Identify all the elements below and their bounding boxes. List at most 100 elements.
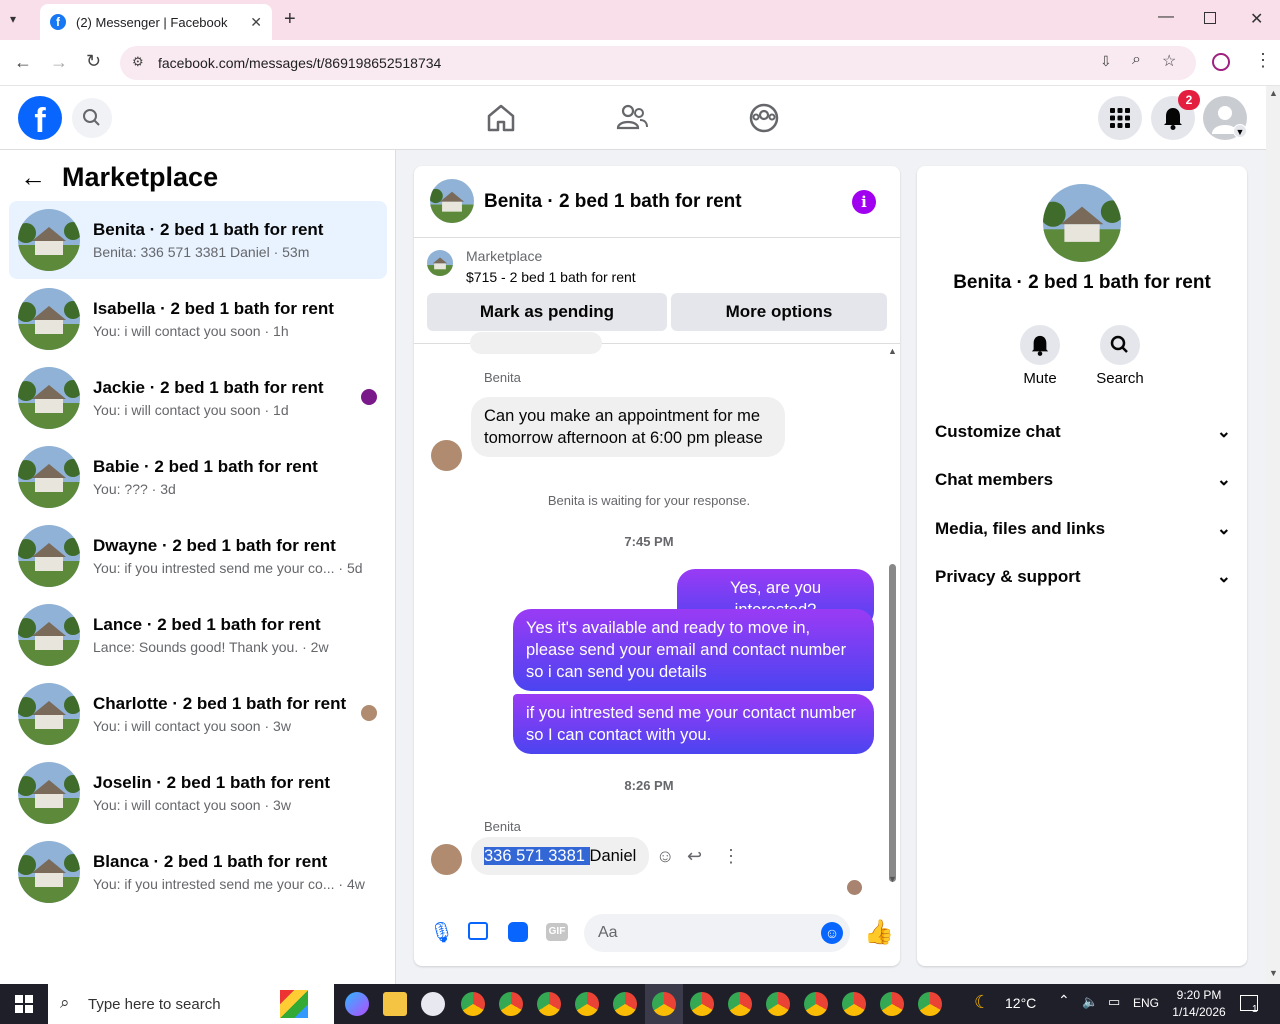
zoom-icon[interactable]: ⌕	[1132, 51, 1141, 69]
conversation-row[interactable]: Dwayne · 2 bed 1 bath for rent You: if yo…	[9, 517, 387, 595]
conversation-row[interactable]: Benita · 2 bed 1 bath for rent Benita: 33…	[9, 201, 387, 279]
conversation-row[interactable]: Babie · 2 bed 1 bath for rent You: ??? · …	[9, 438, 387, 516]
chrome-icon[interactable]	[918, 992, 942, 1016]
facebook-logo-icon[interactable]: f	[18, 96, 62, 140]
close-tab-icon[interactable]: ✕	[250, 14, 262, 31]
conversation-row[interactable]: Blanca · 2 bed 1 bath for rent You: if yo…	[9, 833, 387, 911]
browser-tab[interactable]: f (2) Messenger | Facebook ✕	[40, 4, 272, 40]
section-media-files-links[interactable]: Media, files and links ⌄	[935, 519, 1231, 539]
message-input[interactable]: Aa	[584, 914, 850, 952]
tray-chevron-icon[interactable]: ⌃	[1058, 992, 1070, 1009]
scroll-up-icon[interactable]: ▲	[888, 346, 897, 356]
forward-icon[interactable]: →	[50, 52, 68, 73]
facebook-header: f 2 ▼	[0, 86, 1266, 150]
section-privacy-support[interactable]: Privacy & support ⌄	[935, 567, 1231, 587]
new-tab-icon[interactable]: +	[284, 8, 296, 31]
page-scrollbar[interactable]: ▲ ▼	[1266, 86, 1280, 984]
incoming-message[interactable]: 336 571 3381 Daniel	[471, 837, 650, 875]
outgoing-message[interactable]: Yes it's available and ready to move in,…	[513, 609, 874, 691]
search-button[interactable]	[1100, 325, 1140, 365]
section-customize-chat[interactable]: Customize chat ⌄	[935, 422, 1231, 442]
clock-date[interactable]: 1/14/2026	[1168, 1005, 1230, 1019]
taskbar-search-placeholder: Type here to search	[88, 995, 221, 1013]
close-window-icon[interactable]: ✕	[1250, 9, 1263, 29]
sticker-icon[interactable]	[508, 922, 528, 942]
emoji-icon[interactable]: ☺	[821, 922, 843, 944]
more-options-button[interactable]: More options	[671, 293, 887, 331]
scroll-up-icon[interactable]: ▲	[1269, 88, 1278, 98]
scroll-down-icon[interactable]: ▼	[1269, 968, 1278, 978]
section-chat-members[interactable]: Chat members ⌄	[935, 470, 1231, 490]
scroll-down-icon[interactable]: ▼	[888, 874, 897, 884]
photo-icon[interactable]	[468, 922, 488, 940]
conversation-row[interactable]: Lance · 2 bed 1 bath for rent Lance: Soun…	[9, 596, 387, 674]
groups-icon[interactable]	[746, 100, 782, 136]
sender-avatar[interactable]	[431, 844, 462, 875]
chrome-icon[interactable]	[880, 992, 904, 1016]
chrome-icon[interactable]	[613, 992, 637, 1016]
rubiks-cube-icon[interactable]	[280, 990, 308, 1018]
react-icon[interactable]: ☺	[656, 846, 674, 867]
back-arrow-icon[interactable]: ←	[20, 162, 46, 193]
profile-icon[interactable]	[1212, 53, 1230, 71]
outgoing-message[interactable]: if you intrested send me your contact nu…	[513, 694, 874, 754]
reply-icon[interactable]: ↩	[687, 846, 702, 867]
bookmark-star-icon[interactable]: ☆	[1162, 51, 1176, 71]
profile-avatar[interactable]	[1043, 184, 1121, 262]
back-icon[interactable]: ←	[14, 52, 32, 73]
paint-icon[interactable]	[421, 992, 445, 1016]
sender-avatar[interactable]	[431, 440, 462, 471]
mark-as-pending-button[interactable]: Mark as pending	[427, 293, 667, 331]
minimize-icon[interactable]: —	[1158, 8, 1174, 26]
conversation-row[interactable]: Joselin · 2 bed 1 bath for rent You: i wi…	[9, 754, 387, 832]
chrome-icon[interactable]	[461, 992, 485, 1016]
network-icon[interactable]: ▭	[1108, 994, 1120, 1010]
reload-icon[interactable]: ↻	[86, 51, 101, 72]
friends-icon[interactable]	[614, 100, 650, 136]
volume-icon[interactable]: 🔈	[1082, 994, 1098, 1010]
file-explorer-icon[interactable]	[383, 992, 407, 1016]
listing-price[interactable]: $715 - 2 bed 1 bath for rent	[466, 269, 636, 285]
menu-grid-button[interactable]	[1098, 96, 1142, 140]
scroll-thumb[interactable]	[889, 564, 896, 882]
search-button[interactable]	[72, 98, 112, 138]
mute-button[interactable]	[1020, 325, 1060, 365]
chrome-icon[interactable]	[766, 992, 790, 1016]
windows-start-icon[interactable]	[15, 995, 33, 1013]
chrome-icon[interactable]	[804, 992, 828, 1016]
info-icon[interactable]: i	[852, 190, 876, 214]
menu-kebab-icon[interactable]: ⋮	[1254, 50, 1272, 71]
gif-icon[interactable]: GIF	[546, 923, 568, 941]
copilot-icon[interactable]	[345, 992, 369, 1016]
restore-icon[interactable]	[1204, 12, 1216, 24]
chrome-icon[interactable]	[499, 992, 523, 1016]
home-icon[interactable]	[483, 100, 519, 136]
scrollbar[interactable]: ▲ ▼	[886, 344, 900, 889]
conversation-name: Charlotte · 2 bed 1 bath for rent	[93, 694, 347, 713]
chrome-icon[interactable]	[690, 992, 714, 1016]
account-chevron-icon[interactable]: ▼	[1233, 124, 1247, 138]
chat-avatar[interactable]	[430, 179, 474, 223]
moon-weather-icon[interactable]: ☾	[974, 992, 990, 1013]
url-field[interactable]: ⚙ facebook.com/messages/t/86919865251873…	[120, 46, 1196, 80]
install-icon[interactable]: ⇩	[1100, 53, 1112, 70]
microphone-icon[interactable]: 🎙	[429, 920, 454, 945]
conversation-row[interactable]: Isabella · 2 bed 1 bath for rent You: i w…	[9, 280, 387, 358]
conversation-row[interactable]: Jackie · 2 bed 1 bath for rent You: i wil…	[9, 359, 387, 437]
weather-temp[interactable]: 12°C	[1005, 995, 1036, 1011]
tab-list-icon[interactable]: ▾	[10, 12, 16, 26]
incoming-message[interactable]: Can you make an appointment for me tomor…	[471, 397, 785, 457]
clock-time[interactable]: 9:20 PM	[1173, 988, 1225, 1002]
chrome-icon[interactable]	[537, 992, 561, 1016]
chrome-icon[interactable]	[842, 992, 866, 1016]
site-info-icon[interactable]: ⚙	[132, 54, 144, 70]
language-indicator[interactable]: ENG	[1133, 996, 1159, 1010]
chrome-icon[interactable]	[652, 992, 676, 1016]
thumbs-up-icon[interactable]: 👍	[864, 918, 894, 947]
more-actions-icon[interactable]: ⋮	[722, 846, 740, 867]
chrome-icon[interactable]	[575, 992, 599, 1016]
chrome-icon[interactable]	[728, 992, 752, 1016]
conversation-row[interactable]: Charlotte · 2 bed 1 bath for rent You: i …	[9, 675, 387, 753]
taskbar-search-input[interactable]: ⌕ Type here to search	[48, 984, 334, 1024]
listing-thumbnail[interactable]	[427, 250, 453, 276]
